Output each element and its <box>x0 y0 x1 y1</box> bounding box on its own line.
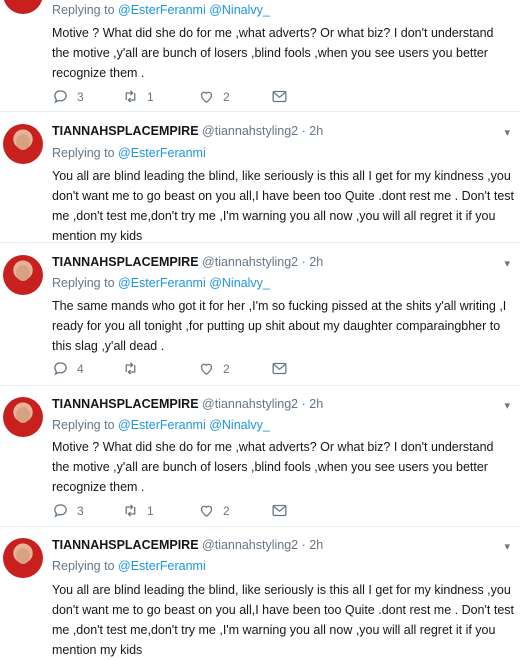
retweet-icon <box>125 90 136 103</box>
tweet-header: TIANNAHSPLACEMPIRE @tiannahstyling2 · 2h <box>52 255 323 269</box>
user-name[interactable]: TIANNAHSPLACEMPIRE <box>52 124 199 138</box>
like-button[interactable]: 2 <box>198 88 230 105</box>
tweet-text: Motive ? What did she do for me ,what ad… <box>52 440 494 494</box>
replying-to-link[interactable]: @EsterFeranmi @Ninalvy_ <box>118 276 270 290</box>
user-name[interactable]: TIANNAHSPLACEMPIRE <box>52 255 199 269</box>
user-name[interactable]: TIANNAHSPLACEMPIRE <box>52 397 199 411</box>
tweet-text: You all are blind leading the blind, lik… <box>52 169 514 243</box>
tweet-actions: 3 1 2 <box>52 502 312 522</box>
avatar[interactable] <box>3 0 43 14</box>
retweet-button[interactable]: 1 <box>122 88 154 105</box>
reply-button[interactable]: 4 <box>52 360 84 377</box>
envelope-icon <box>272 90 287 103</box>
user-handle[interactable]: @tiannahstyling2 <box>202 397 298 411</box>
tweet-text: The same mands who got it for her ,I'm s… <box>52 299 507 353</box>
tweet[interactable]: TIANNAHSPLACEMPIRE @tiannahstyling2 · 2h… <box>0 527 520 657</box>
tweet-text: Motive ? What did she do for me ,what ad… <box>52 26 494 80</box>
reply-count: 3 <box>77 89 84 104</box>
tweet-header: TIANNAHSPLACEMPIRE @tiannahstyling2 · 2h <box>52 538 323 552</box>
avatar[interactable] <box>3 397 43 437</box>
tweet-time[interactable]: · 2h <box>302 124 324 138</box>
tweet[interactable]: TIANNAHSPLACEMPIRE @tiannahstyling2 · 2h… <box>0 243 520 386</box>
replying-to: Replying to @EsterFeranmi @Ninalvy_ <box>52 3 270 17</box>
user-handle[interactable]: @tiannahstyling2 <box>202 538 298 552</box>
tweet[interactable]: TIANNAHSPLACEMPIRE @tiannahstyling2 · 2h… <box>0 386 520 527</box>
tweet[interactable]: TIANNAHSPLACEMPIRE @tiannahstyling2 · 2h… <box>0 112 520 243</box>
avatar[interactable] <box>3 255 43 295</box>
like-button[interactable]: 2 <box>198 360 230 377</box>
chevron-down-icon[interactable]: ▾ <box>504 399 510 412</box>
heart-icon <box>200 91 213 103</box>
chevron-down-icon[interactable]: ▾ <box>504 126 510 139</box>
retweet-button[interactable]: 1 <box>122 502 154 519</box>
reply-count: 4 <box>77 361 84 376</box>
retweet-icon <box>125 362 136 375</box>
reply-icon <box>54 362 67 376</box>
reply-icon <box>54 504 67 518</box>
like-count: 2 <box>223 89 230 104</box>
retweet-button[interactable] <box>122 360 147 377</box>
replying-to-link[interactable]: @EsterFeranmi @Ninalvy_ <box>118 3 270 17</box>
dm-button[interactable] <box>271 502 288 519</box>
tweet-time[interactable]: · 2h <box>302 397 324 411</box>
chevron-down-icon[interactable]: ▾ <box>504 257 510 270</box>
reply-icon <box>54 90 67 104</box>
reply-button[interactable]: 3 <box>52 502 84 519</box>
replying-to-link[interactable]: @EsterFeranmi <box>118 559 206 573</box>
retweet-count: 1 <box>147 89 154 104</box>
envelope-icon <box>272 504 287 517</box>
user-handle[interactable]: @tiannahstyling2 <box>202 255 298 269</box>
replying-to: Replying to @EsterFeranmi <box>52 146 206 160</box>
avatar[interactable] <box>3 124 43 164</box>
tweet-header: TIANNAHSPLACEMPIRE @tiannahstyling2 · 2h <box>52 397 323 411</box>
retweet-count: 1 <box>147 503 154 518</box>
avatar[interactable] <box>3 538 43 578</box>
tweet-header: TIANNAHSPLACEMPIRE @tiannahstyling2 · 2h <box>52 124 323 138</box>
like-button[interactable]: 2 <box>198 502 230 519</box>
heart-icon <box>200 505 213 517</box>
replying-to: Replying to @EsterFeranmi @Ninalvy_ <box>52 418 270 432</box>
tweet[interactable]: Replying to @EsterFeranmi @Ninalvy_ Moti… <box>0 0 520 112</box>
reply-button[interactable]: 3 <box>52 88 84 105</box>
dm-button[interactable] <box>271 360 288 377</box>
replying-to-link[interactable]: @EsterFeranmi <box>118 146 206 160</box>
replying-to: Replying to @EsterFeranmi @Ninalvy_ <box>52 276 270 290</box>
user-handle[interactable]: @tiannahstyling2 <box>202 124 298 138</box>
tweet-time[interactable]: · 2h <box>302 255 324 269</box>
like-count: 2 <box>223 361 230 376</box>
like-count: 2 <box>223 503 230 518</box>
reply-count: 3 <box>77 503 84 518</box>
envelope-icon <box>272 362 287 375</box>
heart-icon <box>200 363 213 375</box>
dm-button[interactable] <box>271 88 288 105</box>
tweet-text: You all are blind leading the blind, lik… <box>52 583 514 657</box>
replying-to: Replying to @EsterFeranmi <box>52 559 206 573</box>
tweet-time[interactable]: · 2h <box>302 538 324 552</box>
tweet-actions: 4 2 <box>52 360 312 380</box>
user-name[interactable]: TIANNAHSPLACEMPIRE <box>52 538 199 552</box>
replying-to-link[interactable]: @EsterFeranmi @Ninalvy_ <box>118 418 270 432</box>
tweet-actions: 3 1 2 <box>52 88 312 108</box>
retweet-icon <box>125 504 136 517</box>
chevron-down-icon[interactable]: ▾ <box>504 540 510 553</box>
